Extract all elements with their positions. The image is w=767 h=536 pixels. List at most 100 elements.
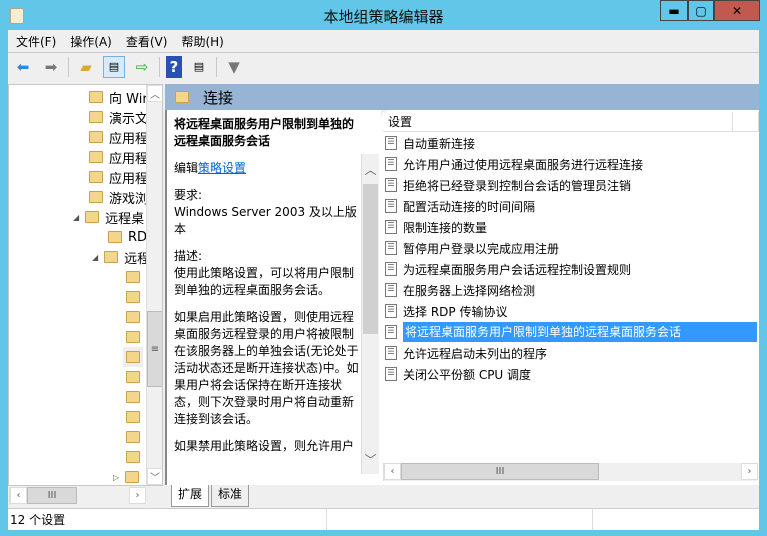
folder-icon <box>126 371 140 383</box>
tree-item[interactable]: 演示文 <box>89 107 148 127</box>
tree-item[interactable] <box>126 407 140 427</box>
menu-bar: 文件(F) 操作(A) 查看(V) 帮助(H) <box>8 30 759 52</box>
list-item[interactable]: ☰ 允许用户通过使用远程桌面服务进行远程连接 <box>385 154 757 174</box>
filter-icon[interactable]: ▼ <box>223 56 245 78</box>
policy-settings-link[interactable]: 策略设置 <box>198 161 246 175</box>
expanded-arrow-icon[interactable]: ◢ <box>92 253 98 262</box>
list-item[interactable]: ☰ 拒绝将已经登录到控制台会话的管理员注销 <box>385 175 757 195</box>
tree-item[interactable] <box>126 447 140 467</box>
separator <box>159 56 160 77</box>
policy-setting-icon: ☰ <box>385 199 397 213</box>
tree-item[interactable] <box>126 287 140 307</box>
tree-item[interactable]: 向 Wir <box>89 87 148 107</box>
expanded-arrow-icon[interactable]: ◢ <box>73 213 79 222</box>
tree-horizontal-scrollbar[interactable]: ‹ III › <box>9 487 146 505</box>
separator <box>216 56 217 77</box>
tab-extended[interactable]: 扩展 <box>171 485 210 507</box>
scroll-down-icon[interactable]: ﹀ <box>147 468 162 485</box>
policy-setting-icon: ☰ <box>385 346 397 360</box>
list-item[interactable]: ☰ 自动重新连接 <box>385 133 757 153</box>
back-icon[interactable]: ⬅ <box>12 56 34 78</box>
tree-item[interactable]: 应用程 <box>89 167 148 187</box>
description-pane: 将远程桌面服务用户限制到单独的远程桌面服务会话 编辑策略设置 要求: Window… <box>165 110 381 485</box>
forward-icon[interactable]: ➡ <box>40 56 62 78</box>
folder-icon <box>126 391 140 403</box>
description-label: 描述: <box>174 249 203 263</box>
maximize-button[interactable]: ▢ <box>688 0 714 21</box>
scroll-right-icon[interactable]: › <box>741 463 758 480</box>
export-list-icon[interactable]: ⇨ <box>131 56 153 78</box>
column-header-setting[interactable]: 设置 <box>383 112 733 132</box>
tree-vertical-scrollbar[interactable]: ︿ ≡ ﹀ <box>146 85 162 485</box>
tree-item[interactable]: RD <box>108 227 147 247</box>
scroll-up-icon[interactable]: ︿ <box>362 154 379 184</box>
policy-setting-icon: ☰ <box>385 262 397 276</box>
policy-setting-icon: ☰ <box>385 304 397 318</box>
tab-standard[interactable]: 标准 <box>211 485 250 507</box>
tree-item[interactable] <box>126 367 140 387</box>
list-item-label: 为远程桌面服务用户会话远程控制设置规则 <box>403 262 632 277</box>
scroll-thumb[interactable] <box>363 184 378 334</box>
policy-setting-icon: ☰ <box>385 178 397 192</box>
menu-help[interactable]: 帮助(H) <box>181 33 223 50</box>
scroll-left-icon[interactable]: ‹ <box>10 487 27 504</box>
list-item[interactable]: ☰ 允许远程启动未列出的程序 <box>385 343 757 363</box>
list-item[interactable]: ☰ 配置活动连接的时间间隔 <box>385 196 757 216</box>
scroll-up-icon[interactable]: ︿ <box>147 85 162 102</box>
list-item[interactable]: ☰ 暂停用户登录以完成应用注册 <box>385 238 757 258</box>
policy-setting-icon: ☰ <box>385 367 397 381</box>
tree-item[interactable]: 应用程 <box>89 147 148 167</box>
list-item[interactable]: ☰ 为远程桌面服务用户会话远程控制设置规则 <box>385 259 757 279</box>
description-scrollbar[interactable]: ︿ ﹀ <box>361 154 379 474</box>
tree-item[interactable]: 游戏浏 <box>89 187 148 207</box>
folder-icon <box>175 91 189 103</box>
tree-item[interactable]: ◢ 远程桌 <box>73 207 144 227</box>
edit-prefix: 编辑 <box>174 161 199 175</box>
list-item-label: 允许远程启动未列出的程序 <box>403 346 548 361</box>
list-horizontal-scrollbar[interactable]: ‹ III › <box>383 463 758 481</box>
status-divider <box>592 509 593 530</box>
list-item[interactable]: ☰ 选择 RDP 传输协议 <box>385 301 757 321</box>
section-header: 连接 <box>165 84 759 110</box>
scroll-left-icon[interactable]: ‹ <box>384 463 401 480</box>
tree-item-selected[interactable] <box>123 347 143 367</box>
list-item-label: 自动重新连接 <box>403 136 476 151</box>
column-header-extra[interactable] <box>733 112 759 132</box>
up-folder-icon[interactable]: ▰ <box>75 56 97 78</box>
list-item[interactable]: ☰ 在服务器上选择网络检测 <box>385 280 757 300</box>
collapsed-arrow-icon[interactable]: ▷ <box>113 473 119 482</box>
scroll-thumb[interactable]: ≡ <box>147 311 162 387</box>
show-hide-tree-icon[interactable]: ▤ <box>103 55 125 78</box>
list-item[interactable]: ☰ 关闭公平份额 CPU 调度 <box>385 364 757 384</box>
menu-view[interactable]: 查看(V) <box>126 33 168 50</box>
folder-icon <box>89 171 103 183</box>
minimize-button[interactable]: ▬ <box>660 0 688 21</box>
scroll-right-icon[interactable]: › <box>129 487 146 504</box>
tree-item[interactable]: 应用程 <box>89 127 148 147</box>
list-item[interactable]: ☰ 将远程桌面服务用户限制到单独的远程桌面服务会话 <box>385 322 757 342</box>
folder-icon <box>126 431 140 443</box>
list-item[interactable]: ☰ 限制连接的数量 <box>385 217 757 237</box>
scroll-down-icon[interactable]: ﹀ <box>362 444 379 474</box>
list-item-label: 限制连接的数量 <box>403 220 488 235</box>
close-button[interactable]: ✕ <box>714 0 760 21</box>
tree-item[interactable] <box>126 307 140 327</box>
menu-action[interactable]: 操作(A) <box>70 33 112 50</box>
folder-icon <box>126 271 140 283</box>
folder-icon <box>89 91 103 103</box>
menu-file[interactable]: 文件(F) <box>16 33 56 50</box>
policy-setting-icon: ☰ <box>385 241 397 255</box>
tree-item[interactable] <box>126 427 140 447</box>
list-item-label: 选择 RDP 传输协议 <box>403 304 508 319</box>
tree-item[interactable] <box>126 387 140 407</box>
status-bar: 12 个设置 <box>8 508 759 530</box>
scroll-thumb[interactable]: III <box>401 463 599 480</box>
tree-item[interactable] <box>126 327 140 347</box>
scroll-thumb[interactable]: III <box>27 487 77 504</box>
help-icon[interactable]: ? <box>166 55 182 78</box>
tree-item[interactable]: ▷ <box>113 467 140 485</box>
tree-pane: 向 Wir 演示文 应用程 应用程 应用程 游戏浏 ◢ 远程桌 RD ◢ 远程 ▷ … <box>8 84 163 486</box>
tree-item[interactable]: ◢ 远程 <box>92 247 150 267</box>
tree-item[interactable] <box>126 267 140 287</box>
show-action-pane-icon[interactable]: ▤ <box>188 56 210 78</box>
